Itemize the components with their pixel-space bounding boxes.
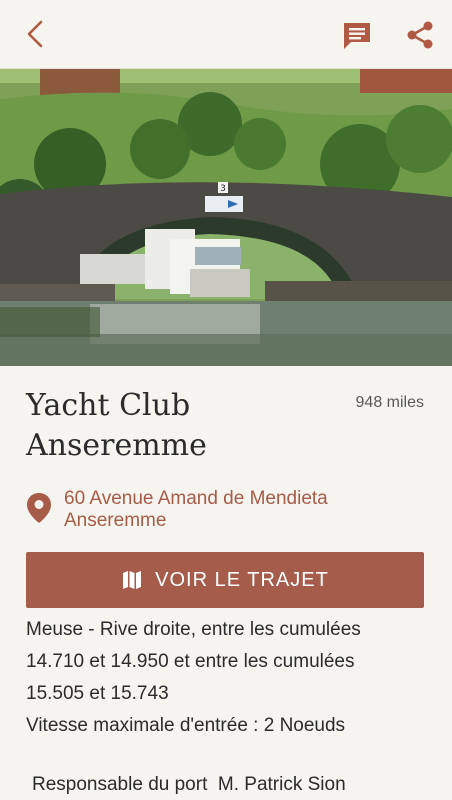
map-icon [123,571,142,589]
description-line: 15.505 et 15.743 [26,683,169,704]
share-icon[interactable] [404,20,436,50]
description-line: Vitesse maximale d'entrée : 2 Noeuds [26,715,346,736]
harbour-bridge-image: 3 [0,69,452,366]
place-title: Yacht Club Anseremme [26,386,326,466]
view-route-label: VOIR LE TRAJET [155,568,329,591]
message-icon[interactable] [341,20,373,50]
location-pin-icon [27,493,51,523]
top-app-bar [0,0,452,69]
harbour-description: Meuse - Rive droite, entre les cumulées … [26,614,436,742]
harbour-manager: Responsable du port M. Patrick Sion [32,774,346,795]
chevron-left-icon[interactable] [20,18,52,50]
distance-label: 948 miles [355,394,424,411]
address-line2: Anseremme [64,510,167,531]
bridge-sign-number: 3 [220,184,226,194]
place-title-line1: Yacht Club [26,388,191,423]
address-line1: 60 Avenue Amand de Mendieta [64,488,328,509]
hero-photo: 3 [0,69,452,366]
view-route-button[interactable]: VOIR LE TRAJET [26,552,424,608]
place-title-line2: Anseremme [26,428,207,463]
description-line: Meuse - Rive droite, entre les cumulées [26,619,361,640]
description-line: 14.710 et 14.950 et entre les cumulées [26,651,355,672]
address-link[interactable]: 60 Avenue Amand de Mendieta Anseremme [26,488,426,532]
address-text: 60 Avenue Amand de Mendieta Anseremme [64,488,328,532]
